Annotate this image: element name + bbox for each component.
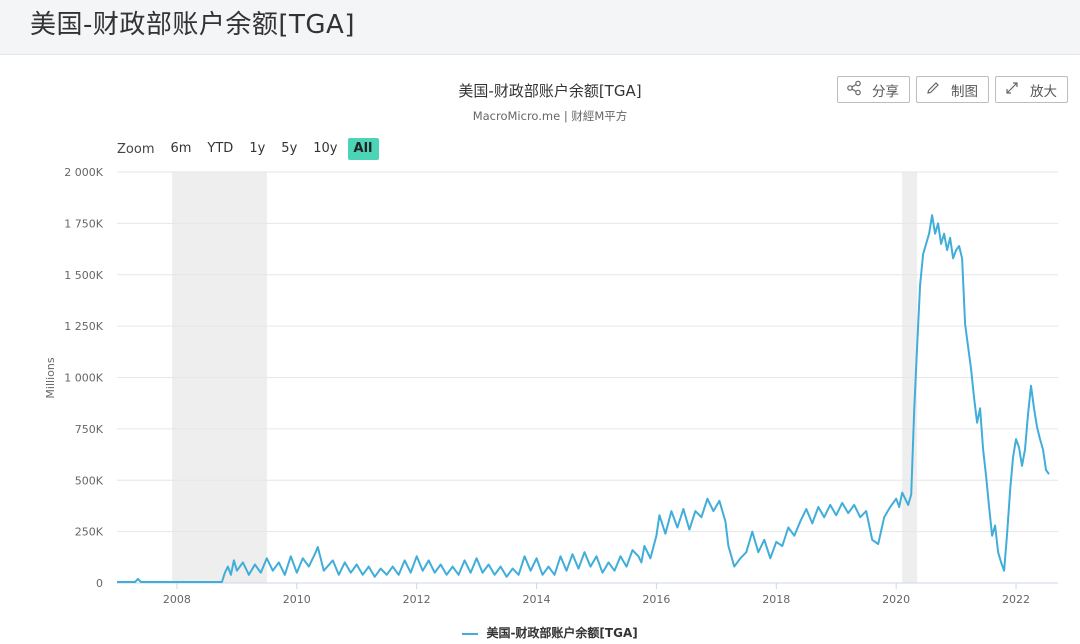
y-tick-label: 1 500K	[64, 269, 103, 282]
y-tick-label: 1 000K	[64, 372, 103, 385]
page-header: 美国-财政部账户余额[TGA]	[0, 0, 1080, 55]
y-tick-label: 1 250K	[64, 320, 103, 333]
share-button[interactable]: 分享	[837, 76, 910, 103]
enlarge-button[interactable]: 放大	[995, 76, 1068, 103]
x-tick-label: 2020	[882, 593, 910, 606]
enlarge-label: 放大	[1030, 83, 1057, 100]
zoom-5y-button[interactable]: 5y	[275, 138, 303, 160]
draw-label: 制图	[951, 83, 978, 100]
legend-label: 美国-财政部账户余额[TGA]	[486, 626, 638, 640]
x-tick-label: 2018	[762, 593, 790, 606]
zoom-bar: Zoom 6m YTD 1y 5y 10y All	[117, 138, 383, 160]
zoom-label: Zoom	[117, 141, 155, 157]
y-tick-label: 1 750K	[64, 217, 103, 230]
expand-icon	[1004, 80, 1020, 100]
chart-legend[interactable]: 美国-财政部账户余额[TGA]	[0, 624, 1080, 641]
pencil-icon	[925, 80, 941, 100]
x-tick-label: 2012	[403, 593, 431, 606]
draw-button[interactable]: 制图	[916, 76, 989, 103]
y-tick-label: 250K	[75, 526, 104, 539]
y-tick-label: 2 000K	[64, 166, 103, 179]
x-tick-label: 2014	[523, 593, 551, 606]
zoom-all-button[interactable]: All	[347, 138, 379, 160]
zoom-ytd-button[interactable]: YTD	[201, 138, 239, 160]
legend-swatch	[462, 632, 479, 635]
y-tick-label: 0	[96, 577, 103, 590]
y-tick-label: 750K	[75, 423, 104, 436]
chart-subtitle: MacroMicro.me | 财經M平方	[472, 109, 628, 123]
x-tick-label: 2022	[1002, 593, 1030, 606]
x-tick-label: 2010	[283, 593, 311, 606]
zoom-10y-button[interactable]: 10y	[307, 138, 343, 160]
x-tick-label: 2016	[642, 593, 670, 606]
y-axis-title: Millions	[44, 357, 57, 398]
share-label: 分享	[872, 83, 899, 100]
x-tick-label: 2008	[163, 593, 191, 606]
chart-plot: 0 250K 500K 750K 1 000K 1 250K 1 500K 1 750K 2 0…	[44, 166, 1058, 606]
share-icon	[846, 80, 862, 100]
y-tick-label: 500K	[75, 474, 104, 487]
zoom-1y-button[interactable]: 1y	[243, 138, 271, 160]
page-title: 美国-财政部账户余额[TGA]	[30, 10, 355, 40]
chart-toolbar: 分享 制图 放大	[837, 76, 1068, 103]
zoom-6m-button[interactable]: 6m	[164, 138, 197, 160]
